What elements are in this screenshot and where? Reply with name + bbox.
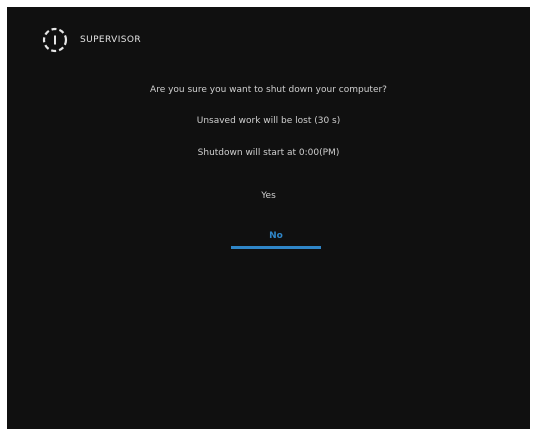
message-line-2: Unsaved work will be lost (30 s) (196, 116, 341, 126)
yes-option[interactable]: Yes (7, 190, 530, 202)
power-ring-icon (42, 27, 68, 53)
no-option[interactable]: No (231, 230, 321, 249)
header: SUPERVISOR (40, 25, 141, 55)
message-line-3: Shutdown will start at 0:00(PM) (197, 148, 340, 158)
message-line-1: Are you sure you want to shut down your … (150, 85, 387, 95)
app-name: SUPERVISOR (80, 34, 142, 45)
dialog-window: SUPERVISOR Are you sure you want to shut… (7, 7, 530, 429)
